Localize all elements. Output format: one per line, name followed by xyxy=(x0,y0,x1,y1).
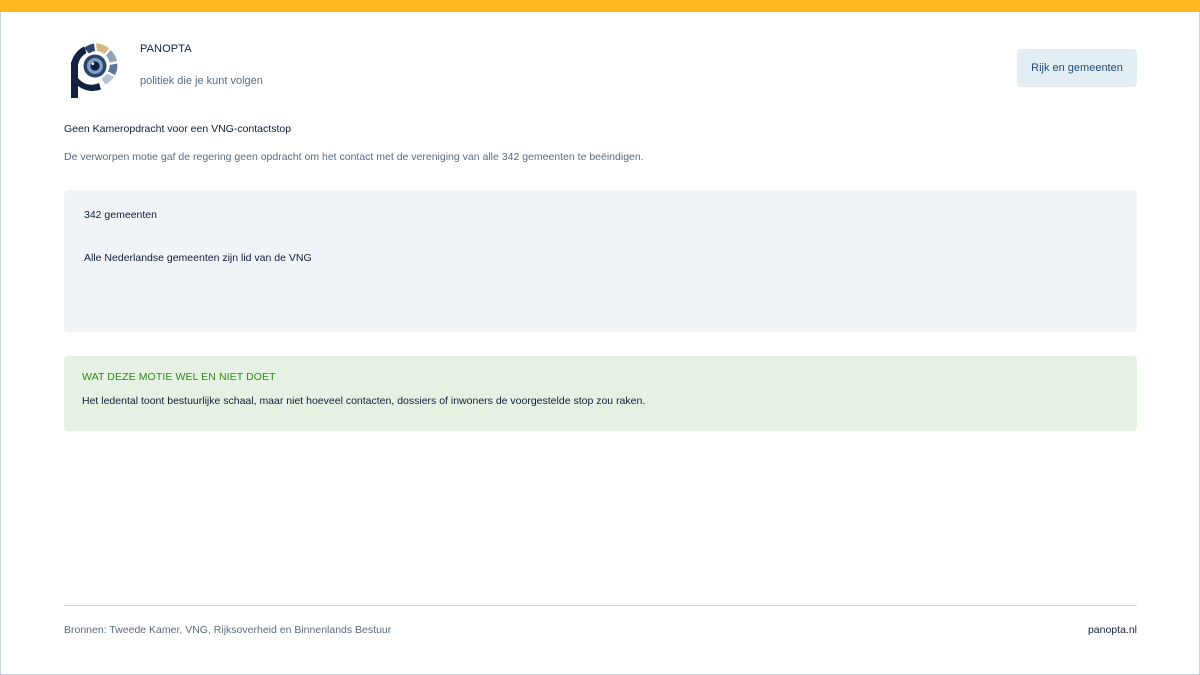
brand-name: PANOPTA xyxy=(140,43,192,55)
note-heading: WAT DEZE MOTIE WEL EN NIET DOET xyxy=(82,371,276,383)
footer-sources: Bronnen: Tweede Kamer, VNG, Rijksoverhei… xyxy=(64,624,392,636)
motion-scope-note: WAT DEZE MOTIE WEL EN NIET DOET Het lede… xyxy=(64,356,1137,431)
page-frame xyxy=(0,0,1200,675)
fact-card: 342 gemeenten Alle Nederlandse gemeenten… xyxy=(64,190,1137,332)
page-title: Geen Kameropdracht voor een VNG-contacts… xyxy=(64,123,292,135)
rijk-en-gemeenten-button[interactable]: Rijk en gemeenten xyxy=(1017,49,1137,87)
footer-divider xyxy=(64,605,1137,606)
fact-description: Alle Nederlandse gemeenten zijn lid van … xyxy=(84,252,312,264)
panopta-eye-logo-icon xyxy=(68,40,122,100)
brand-tagline: politiek die je kunt volgen xyxy=(140,75,263,87)
note-text: Het ledental toont bestuurlijke schaal, … xyxy=(82,395,646,407)
site-link[interactable]: panopta.nl xyxy=(1088,624,1137,636)
fact-number-label: 342 gemeenten xyxy=(84,209,157,221)
page-summary: De verworpen motie gaf de regering geen … xyxy=(64,151,644,163)
accent-top-bar xyxy=(0,0,1200,12)
